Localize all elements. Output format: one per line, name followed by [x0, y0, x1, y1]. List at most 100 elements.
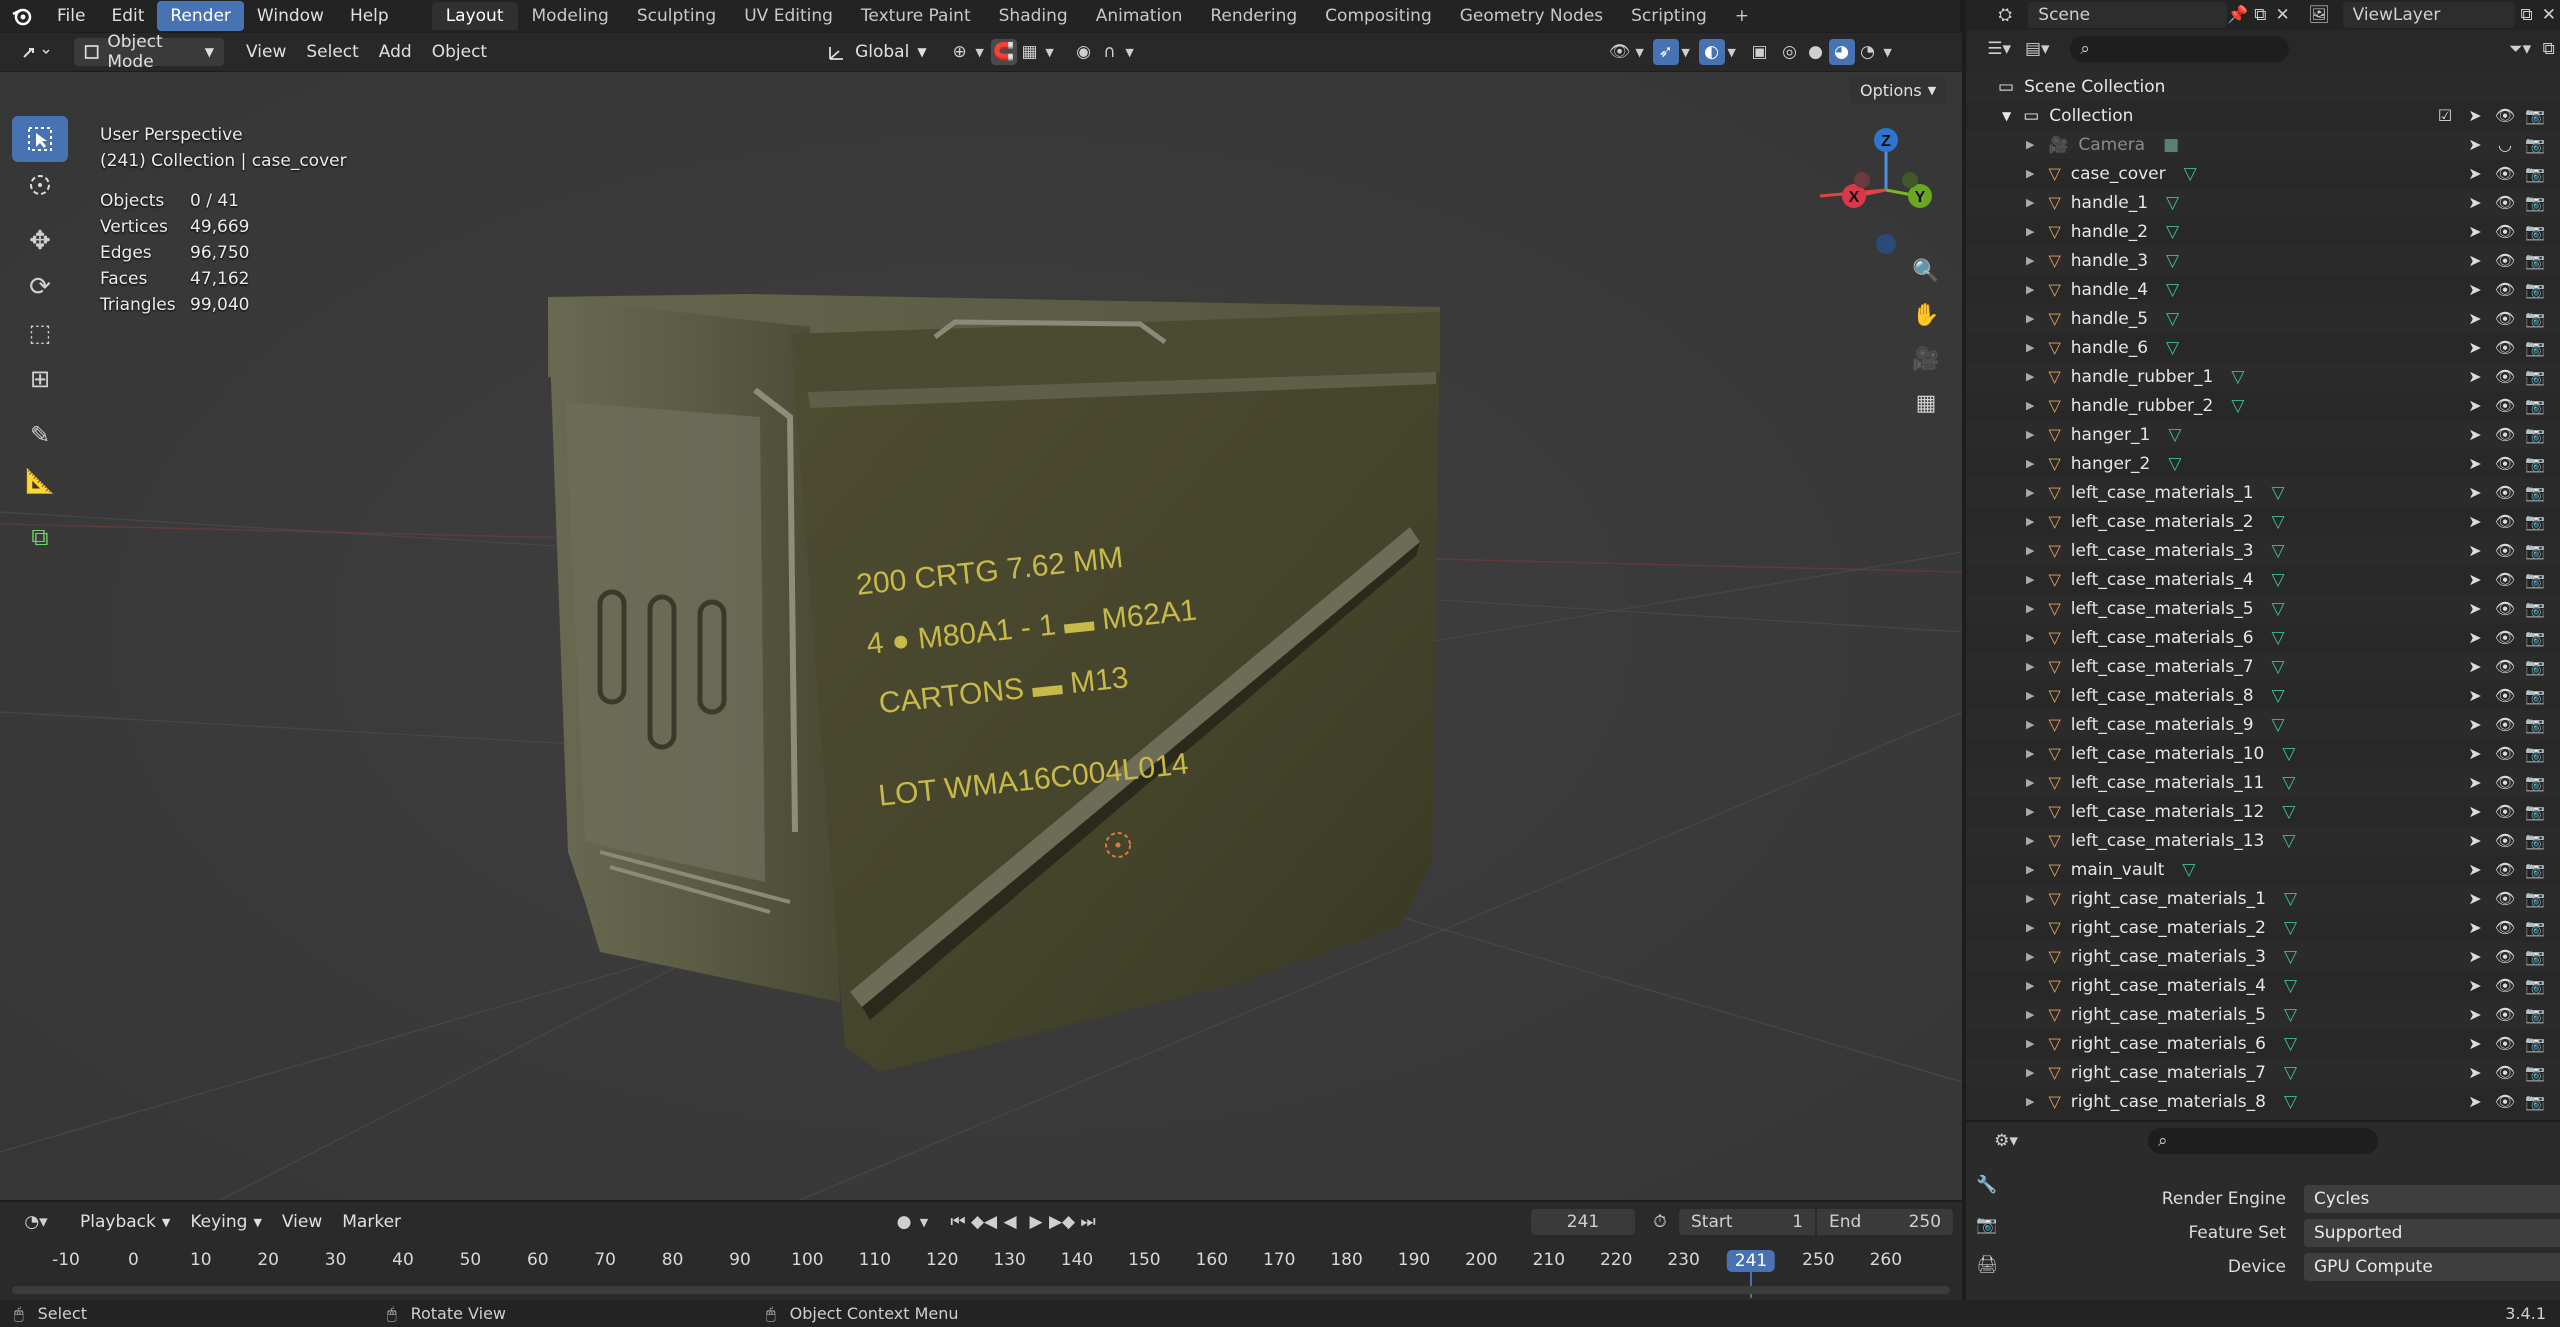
camera-view-icon[interactable]: 🎥: [1908, 340, 1944, 378]
tab-shading[interactable]: Shading: [985, 2, 1082, 30]
mesh-data-icon[interactable]: ▽: [2284, 889, 2297, 909]
mesh-data-icon[interactable]: ▽: [2272, 657, 2285, 677]
camera-render-icon[interactable]: 📷: [2524, 483, 2546, 502]
filter-icon[interactable]: ⏷▾: [2503, 36, 2538, 62]
snap-icon[interactable]: 🧲: [990, 39, 1017, 65]
menu-help[interactable]: Help: [337, 1, 402, 31]
outliner-item-handle-6[interactable]: ▶ ▽ handle_6 ▽ ➤ 👁 📷: [1966, 333, 2560, 362]
outliner-item-left-case-materials-12[interactable]: ▶ ▽ left_case_materials_12 ▽ ➤ 👁 📷: [1966, 797, 2560, 826]
eye-icon[interactable]: 👁: [2494, 715, 2516, 734]
rotate-tool[interactable]: ⟳: [12, 264, 68, 310]
menu-edit[interactable]: Edit: [98, 1, 157, 31]
scale-tool[interactable]: ⬚: [12, 310, 68, 356]
editor-type-icon[interactable]: [16, 39, 56, 65]
blender-logo-icon[interactable]: [0, 0, 44, 32]
camera-render-icon[interactable]: 📷: [2524, 106, 2546, 125]
selectable-arrow-icon[interactable]: ➤: [2464, 976, 2486, 995]
chevron-down-icon[interactable]: ▼: [1679, 39, 1693, 65]
expand-arrow-icon[interactable]: ▶: [2026, 399, 2034, 412]
selectable-arrow-icon[interactable]: ➤: [2464, 454, 2486, 473]
mesh-data-icon[interactable]: ▽: [2272, 686, 2285, 706]
camera-render-icon[interactable]: 📷: [2524, 309, 2546, 328]
overlays-toggle-icon[interactable]: ◐: [1698, 39, 1725, 65]
menu-file[interactable]: File: [44, 1, 98, 31]
selectable-arrow-icon[interactable]: ➤: [2464, 686, 2486, 705]
outliner-item-right-case-materials-4[interactable]: ▶ ▽ right_case_materials_4 ▽ ➤ 👁 📷: [1966, 971, 2560, 1000]
eye-icon[interactable]: 👁: [2494, 686, 2516, 705]
render-tab-icon[interactable]: 📷: [1974, 1212, 2000, 1238]
eye-icon[interactable]: 👁: [2494, 222, 2516, 241]
mesh-data-icon[interactable]: ▽: [2282, 744, 2295, 764]
selectable-arrow-icon[interactable]: ➤: [2464, 1034, 2486, 1053]
selectable-arrow-icon[interactable]: ➤: [2464, 512, 2486, 531]
selectable-arrow-icon[interactable]: ➤: [2464, 1063, 2486, 1082]
tab-compositing[interactable]: Compositing: [1311, 2, 1446, 30]
eye-icon[interactable]: 👁: [2494, 831, 2516, 850]
eye-icon[interactable]: 👁: [2494, 773, 2516, 792]
pan-hand-icon[interactable]: ✋: [1908, 296, 1944, 334]
outliner-item-left-case-materials-3[interactable]: ▶ ▽ left_case_materials_3 ▽ ➤ 👁 📷: [1966, 536, 2560, 565]
expand-arrow-icon[interactable]: ▶: [2026, 979, 2034, 992]
close-icon[interactable]: ✕: [2271, 2, 2293, 28]
view-layer-icon[interactable]: 🖼: [2304, 2, 2335, 28]
menu-add[interactable]: Add: [369, 38, 422, 66]
selectable-arrow-icon[interactable]: ➤: [2464, 599, 2486, 618]
selectable-arrow-icon[interactable]: ➤: [2464, 1005, 2486, 1024]
output-tab-icon[interactable]: 🖨: [1974, 1252, 2000, 1278]
wireframe-shading-icon[interactable]: ◎: [1777, 39, 1803, 65]
selectable-arrow-icon[interactable]: ➤: [2464, 367, 2486, 386]
view-layer-field[interactable]: ViewLayer: [2342, 2, 2516, 28]
mesh-data-icon[interactable]: ▽: [2272, 541, 2285, 561]
selectable-arrow-icon[interactable]: ➤: [2464, 425, 2486, 444]
selectable-arrow-icon[interactable]: ➤: [2464, 1092, 2486, 1111]
selectable-arrow-icon[interactable]: ➤: [2464, 744, 2486, 763]
selectable-arrow-icon[interactable]: ➤: [2464, 918, 2486, 937]
mesh-data-icon[interactable]: ▽: [2166, 251, 2179, 271]
selectable-arrow-icon[interactable]: ➤: [2464, 251, 2486, 270]
eye-icon[interactable]: 👁: [2494, 976, 2516, 995]
chevron-down-icon[interactable]: ▼: [1725, 39, 1739, 65]
selectable-arrow-icon[interactable]: ➤: [2464, 860, 2486, 879]
timeline-scrollbar[interactable]: [12, 1286, 1950, 1294]
pin-icon[interactable]: 📌: [2227, 2, 2249, 28]
outliner-item-hanger-2[interactable]: ▶ ▽ hanger_2 ▽ ➤ 👁 📷: [1966, 449, 2560, 478]
expand-arrow-icon[interactable]: ▶: [2026, 631, 2034, 644]
eye-icon[interactable]: 👁: [2494, 599, 2516, 618]
eye-icon[interactable]: 👁: [2494, 744, 2516, 763]
outliner-item-handle-5[interactable]: ▶ ▽ handle_5 ▽ ➤ 👁 📷: [1966, 304, 2560, 333]
outliner-item-left-case-materials-8[interactable]: ▶ ▽ left_case_materials_8 ▽ ➤ 👁 📷: [1966, 681, 2560, 710]
mesh-data-icon[interactable]: ▽: [2166, 193, 2179, 213]
gizmo-toggle-icon[interactable]: ➶: [1652, 39, 1679, 65]
outliner-item-left-case-materials-5[interactable]: ▶ ▽ left_case_materials_5 ▽ ➤ 👁 📷: [1966, 594, 2560, 623]
expand-arrow-icon[interactable]: ▶: [2026, 341, 2034, 354]
mode-dropdown[interactable]: Object Mode ▼: [74, 32, 224, 72]
expand-arrow-icon[interactable]: ▶: [2026, 167, 2034, 180]
outliner-item-left-case-materials-10[interactable]: ▶ ▽ left_case_materials_10 ▽ ➤ 👁 📷: [1966, 739, 2560, 768]
expand-arrow-icon[interactable]: ▶: [2026, 486, 2034, 499]
eye-icon[interactable]: 👁: [2494, 338, 2516, 357]
mesh-data-icon[interactable]: ▽: [2282, 773, 2295, 793]
outliner-item-handle-2[interactable]: ▶ ▽ handle_2 ▽ ➤ 👁 📷: [1966, 217, 2560, 246]
outliner-item-main-vault[interactable]: ▶ ▽ main_vault ▽ ➤ 👁 📷: [1966, 855, 2560, 884]
eye-icon[interactable]: 👁: [2494, 889, 2516, 908]
camera-render-icon[interactable]: 📷: [2524, 454, 2546, 473]
expand-arrow-icon[interactable]: ▶: [2026, 573, 2034, 586]
select-box-tool[interactable]: [12, 116, 68, 162]
selectable-arrow-icon[interactable]: ➤: [2464, 715, 2486, 734]
outliner-editor-type-icon[interactable]: ☰▾: [1980, 36, 2018, 62]
camera-render-icon[interactable]: 📷: [2524, 541, 2546, 560]
eye-icon[interactable]: 👁: [2494, 628, 2516, 647]
selectable-arrow-icon[interactable]: ➤: [2464, 773, 2486, 792]
add-cube-tool[interactable]: ⧉: [12, 514, 68, 560]
outliner-item-left-case-materials-11[interactable]: ▶ ▽ left_case_materials_11 ▽ ➤ 👁 📷: [1966, 768, 2560, 797]
chevron-down-icon[interactable]: ▼: [973, 39, 987, 65]
rendered-shading-icon[interactable]: ◔: [1855, 39, 1881, 65]
camera-render-icon[interactable]: 📷: [2524, 599, 2546, 618]
expand-arrow-icon[interactable]: ▶: [2026, 428, 2034, 441]
selectable-arrow-icon[interactable]: ➤: [2464, 570, 2486, 589]
3d-viewport[interactable]: 200 CRTG 7.62 MM 4 ● M80A1 - 1 ▬ M62A1 C…: [0, 72, 1962, 1200]
camera-render-icon[interactable]: 📷: [2524, 889, 2546, 908]
expand-arrow-icon[interactable]: ▶: [2026, 747, 2034, 760]
properties-search-input[interactable]: ⌕: [2148, 1128, 2378, 1154]
eye-icon[interactable]: 👁: [2494, 367, 2516, 386]
